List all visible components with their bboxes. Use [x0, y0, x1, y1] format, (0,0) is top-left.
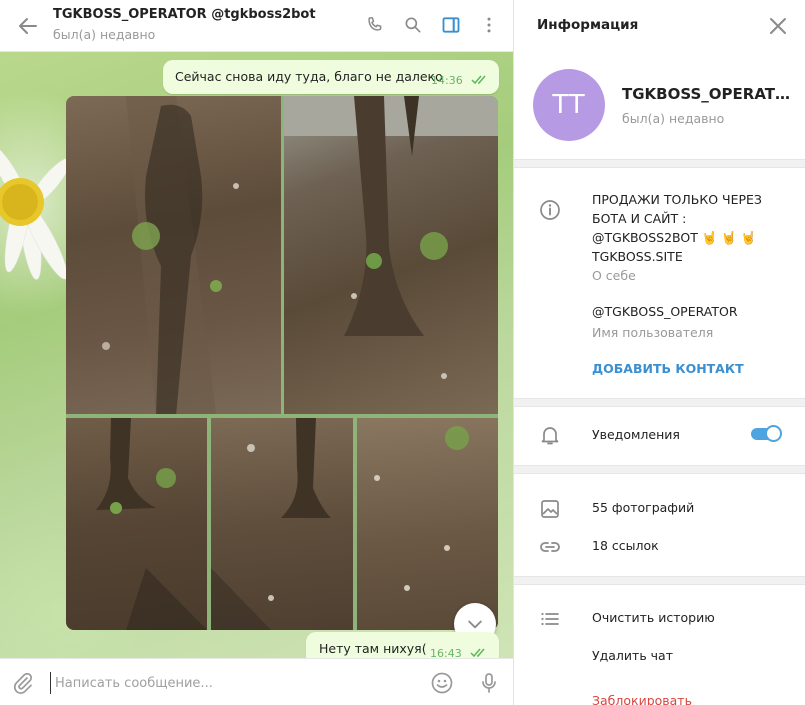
chat-background: Сейчас снова иду туда, благо не далеко 1…	[0, 52, 513, 658]
avatar[interactable]: TT	[533, 69, 605, 141]
bell-icon	[538, 423, 562, 447]
phone-icon[interactable]	[363, 13, 387, 37]
more-vertical-icon[interactable]	[477, 13, 501, 37]
bio-label: О себе	[592, 268, 636, 283]
message-time: 16:43	[430, 647, 462, 658]
profile-status: был(а) недавно	[622, 111, 725, 126]
message-bubble[interactable]: Нету там нихуя( 16:43	[306, 632, 499, 658]
delete-chat-button[interactable]: Удалить чат	[592, 648, 673, 663]
bio-line: TGKBOSS.SITE	[592, 249, 683, 264]
message-composer	[0, 658, 513, 705]
chat-header: TGKBOSS_OPERATOR @tgkboss2bot был(а) нед…	[0, 0, 513, 52]
notifications-toggle[interactable]	[751, 425, 782, 442]
add-contact-button[interactable]: ДОБАВИТЬ КОНТАКТ	[592, 361, 744, 376]
message-text: Сейчас снова иду туда, благо не далеко	[175, 69, 443, 84]
album-photo[interactable]	[66, 418, 207, 630]
chat-pane: TGKBOSS_OPERATOR @tgkboss2bot был(а) нед…	[0, 0, 513, 705]
section-divider	[514, 576, 805, 585]
chat-status: был(а) недавно	[53, 27, 156, 42]
search-icon[interactable]	[401, 13, 425, 37]
read-checks-icon	[471, 75, 486, 85]
section-divider	[514, 465, 805, 474]
block-user-button[interactable]: Заблокировать	[592, 693, 692, 705]
microphone-icon[interactable]	[477, 671, 501, 695]
toggle-knob	[765, 425, 782, 442]
message-bubble[interactable]: Сейчас снова иду туда, благо не далеко 1…	[163, 60, 499, 94]
clear-history-button[interactable]: Очистить историю	[592, 610, 715, 625]
message-input[interactable]	[50, 672, 410, 694]
emoji-icon[interactable]	[430, 671, 454, 695]
info-panel: Информация TT TGKBOSS_OPERATOR был(а) не…	[513, 0, 805, 705]
chevron-down-icon	[468, 620, 482, 629]
bio-line: @TGKBOSS2BOT 🤘 🤘 🤘	[592, 230, 757, 245]
info-icon	[538, 198, 562, 222]
section-divider	[514, 159, 805, 168]
photo-icon	[538, 497, 562, 521]
album-photo[interactable]	[357, 418, 498, 630]
photo-album	[66, 96, 498, 630]
info-panel-title: Информация	[537, 17, 639, 33]
message-text: Нету там нихуя(	[319, 641, 427, 656]
profile-name: TGKBOSS_OPERATOR	[622, 85, 792, 103]
back-arrow-icon[interactable]	[16, 14, 40, 38]
link-icon	[538, 535, 562, 559]
bio-line: ПРОДАЖИ ТОЛЬКО ЧЕРЕЗ	[592, 192, 762, 207]
username-label: Имя пользователя	[592, 325, 714, 340]
message-time: 14:36	[431, 74, 463, 87]
sidebar-toggle-icon[interactable]	[439, 13, 463, 37]
attach-icon[interactable]	[11, 671, 35, 695]
chat-title[interactable]: TGKBOSS_OPERATOR @tgkboss2bot	[53, 7, 316, 22]
username[interactable]: @TGKBOSS_OPERATOR	[592, 304, 738, 319]
album-photo[interactable]	[211, 418, 353, 630]
album-photo[interactable]	[284, 96, 498, 414]
bio-line: БОТА И САЙТ :	[592, 211, 687, 226]
album-photo[interactable]	[66, 96, 281, 414]
read-checks-icon	[470, 648, 485, 658]
section-divider	[514, 398, 805, 407]
notifications-label: Уведомления	[592, 427, 680, 442]
close-icon[interactable]	[766, 14, 790, 38]
bio-text: ПРОДАЖИ ТОЛЬКО ЧЕРЕЗ БОТА И САЙТ : @TGKB…	[592, 190, 792, 266]
list-icon	[538, 607, 562, 631]
links-count[interactable]: 18 ссылок	[592, 538, 659, 553]
photos-count[interactable]: 55 фотографий	[592, 500, 694, 515]
